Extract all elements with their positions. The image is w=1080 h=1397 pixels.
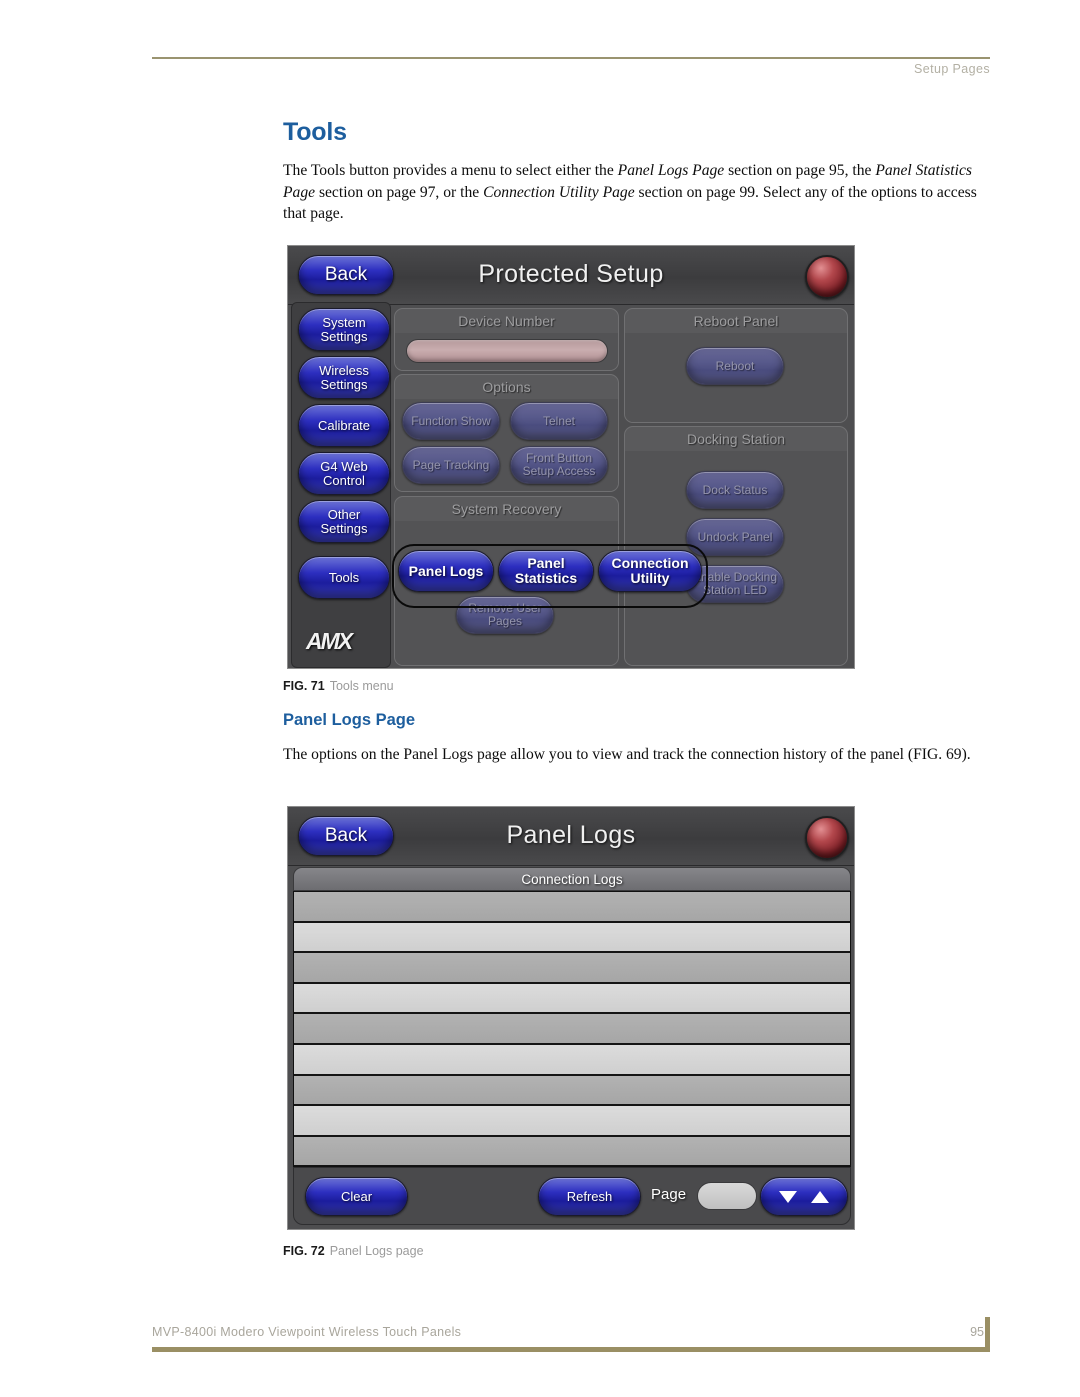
log-row[interactable] bbox=[294, 1044, 850, 1076]
figure-tools-menu: Protected Setup Back System Settings Wir… bbox=[287, 245, 855, 669]
triangle-down-icon[interactable] bbox=[779, 1190, 797, 1203]
body-text: The Tools button provides a menu to sele… bbox=[283, 162, 618, 179]
dock-status-button[interactable]: Dock Status bbox=[686, 471, 784, 509]
figure-caption-text: Tools menu bbox=[329, 679, 394, 693]
page-number-field[interactable] bbox=[697, 1182, 757, 1210]
connection-logs-header: Connection Logs bbox=[293, 867, 851, 891]
group-title-docking-station: Docking Station bbox=[686, 431, 786, 447]
header-rule bbox=[152, 57, 990, 59]
back-button[interactable]: Back bbox=[298, 255, 394, 295]
emphasis-text: Connection Utility Page bbox=[483, 183, 635, 201]
log-row[interactable] bbox=[294, 1136, 850, 1166]
refresh-button[interactable]: Refresh bbox=[538, 1177, 641, 1216]
triangle-up-icon[interactable] bbox=[811, 1190, 829, 1203]
group-title-system-recovery: System Recovery bbox=[451, 501, 562, 517]
group-title-reboot-panel: Reboot Panel bbox=[693, 313, 779, 329]
panel-logs-button[interactable]: Panel Logs bbox=[398, 550, 494, 592]
sidebar-item-tools[interactable]: Tools bbox=[298, 556, 390, 599]
log-row[interactable] bbox=[294, 1014, 850, 1045]
clear-button[interactable]: Clear bbox=[305, 1177, 408, 1216]
page-nav-buttons[interactable] bbox=[760, 1177, 848, 1216]
sidebar-item-system-settings[interactable]: System Settings bbox=[298, 308, 390, 351]
connection-utility-button[interactable]: Connection Utility bbox=[598, 550, 702, 592]
reboot-button[interactable]: Reboot bbox=[686, 347, 784, 385]
log-row[interactable] bbox=[294, 983, 850, 1015]
figure-caption-text: Panel Logs page bbox=[329, 1244, 424, 1258]
group-title-device-number: Device Number bbox=[458, 313, 555, 329]
sidebar-item-other-settings[interactable]: Other Settings bbox=[298, 500, 390, 543]
figure-caption-71: FIG. 71 Tools menu bbox=[283, 679, 394, 693]
back-button[interactable]: Back bbox=[298, 816, 394, 856]
sidebar-item-wireless-settings[interactable]: Wireless Settings bbox=[298, 356, 390, 399]
telnet-button[interactable]: Telnet bbox=[510, 402, 608, 440]
running-head: Setup Pages bbox=[914, 62, 990, 76]
page-number: 95 bbox=[970, 1325, 984, 1339]
section-heading-panel-logs: Panel Logs Page bbox=[283, 711, 416, 729]
figure-caption-72: FIG. 72 Panel Logs page bbox=[283, 1244, 424, 1258]
device-number-field[interactable] bbox=[406, 339, 608, 363]
power-led-icon[interactable] bbox=[805, 255, 849, 299]
panel-statistics-button[interactable]: Panel Statistics bbox=[498, 550, 594, 592]
log-row[interactable] bbox=[294, 922, 850, 954]
log-row[interactable] bbox=[294, 1106, 850, 1137]
footer-text: MVP-8400i Modero Viewpoint Wireless Touc… bbox=[152, 1325, 462, 1339]
figure-number: FIG. 71 bbox=[283, 679, 325, 693]
log-row[interactable] bbox=[294, 953, 850, 984]
connection-logs-list[interactable] bbox=[293, 891, 851, 1167]
group-title-options: Options bbox=[482, 379, 531, 395]
log-row[interactable] bbox=[294, 1075, 850, 1107]
figure-panel-logs: Panel Logs Back Connection Logs Clear Re… bbox=[287, 806, 855, 1230]
panel-logs-paragraph: The options on the Panel Logs page allow… bbox=[283, 746, 971, 763]
amx-logo: AMX bbox=[306, 628, 353, 654]
emphasis-text: Panel Logs Page bbox=[617, 162, 725, 179]
front-button-setup-access-button[interactable]: Front Button Setup Access bbox=[510, 446, 608, 484]
figure-number: FIG. 72 bbox=[283, 1244, 325, 1258]
page-tracking-button[interactable]: Page Tracking bbox=[402, 446, 500, 484]
page-label: Page bbox=[651, 1186, 687, 1203]
footer-rule bbox=[152, 1347, 990, 1352]
page-title: Tools bbox=[283, 118, 347, 146]
body-text: section on page 95, the bbox=[724, 162, 876, 179]
tools-paragraph: The Tools button provides a menu to sele… bbox=[283, 160, 983, 225]
power-led-icon[interactable] bbox=[805, 816, 849, 860]
footer-rule-cap bbox=[985, 1317, 990, 1352]
function-show-button[interactable]: Function Show bbox=[402, 402, 500, 440]
body-text: section on page 97, or the bbox=[315, 183, 484, 201]
sidebar-item-g4-web-control[interactable]: G4 Web Control bbox=[298, 452, 390, 495]
sidebar-item-calibrate[interactable]: Calibrate bbox=[298, 404, 390, 447]
log-row[interactable] bbox=[294, 892, 850, 923]
